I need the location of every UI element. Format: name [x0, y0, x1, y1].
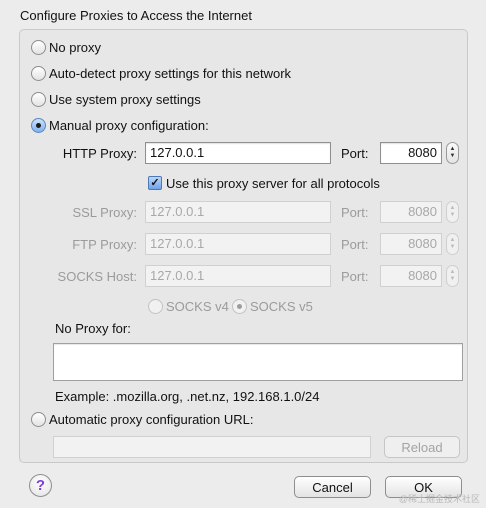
auto-config-url-input[interactable] [53, 436, 371, 458]
radio-button[interactable] [31, 65, 46, 81]
radio-button[interactable] [148, 298, 163, 314]
radio-button[interactable] [31, 39, 46, 55]
chevron-down-icon[interactable]: ▼ [450, 153, 456, 160]
radio-auto-detect[interactable]: Auto-detect proxy settings for this netw… [31, 64, 291, 82]
socks-port-label: Port: [341, 269, 369, 284]
radio-auto-config-url[interactable]: Automatic proxy configuration URL: [31, 410, 253, 428]
radio-label: No proxy [49, 39, 102, 55]
use-for-all-protocols[interactable]: ✓ Use this proxy server for all protocol… [148, 174, 380, 192]
radio-manual-proxy[interactable]: Manual proxy configuration: [31, 116, 209, 134]
no-proxy-for-textarea[interactable] [53, 343, 463, 381]
chevron-up-icon[interactable]: ▲ [450, 237, 456, 244]
ftp-port-stepper[interactable]: ▲ ▼ [446, 233, 459, 255]
radio-button[interactable] [31, 411, 46, 427]
ssl-port-label: Port: [341, 205, 369, 220]
http-port-input[interactable]: 8080 [380, 142, 442, 164]
radio-socks-v4[interactable]: SOCKS v4 [148, 297, 229, 315]
checkmark-icon: ✓ [150, 176, 160, 189]
chevron-up-icon[interactable]: ▲ [450, 269, 456, 276]
radio-label: Use system proxy settings [49, 91, 201, 107]
chevron-down-icon[interactable]: ▼ [450, 276, 456, 283]
radio-no-proxy[interactable]: No proxy [31, 38, 101, 56]
chevron-down-icon[interactable]: ▼ [450, 244, 456, 251]
radio-button[interactable] [232, 298, 247, 314]
ssl-proxy-input[interactable]: 127.0.0.1 [145, 201, 331, 223]
radio-label: SOCKS v5 [250, 298, 313, 314]
ftp-port-input[interactable]: 8080 [380, 233, 442, 255]
http-port-stepper[interactable]: ▲ ▼ [446, 142, 459, 164]
socks-port-stepper[interactable]: ▲ ▼ [446, 265, 459, 287]
use-for-all-checkbox[interactable]: ✓ [148, 176, 162, 190]
chevron-up-icon[interactable]: ▲ [450, 146, 456, 153]
socks-host-input[interactable]: 127.0.0.1 [145, 265, 331, 287]
no-proxy-for-label: No Proxy for: [55, 321, 131, 336]
help-icon: ? [35, 477, 46, 494]
radio-button[interactable] [31, 117, 46, 133]
radio-socks-v5[interactable]: SOCKS v5 [232, 297, 313, 315]
radio-label: Automatic proxy configuration URL: [49, 411, 254, 427]
reload-button[interactable]: Reload [384, 436, 460, 458]
watermark: @稀土掘金技术社区 [398, 494, 480, 504]
http-proxy-label: HTTP Proxy: [62, 146, 137, 161]
help-button[interactable]: ? [29, 474, 52, 497]
radio-label: Manual proxy configuration: [49, 117, 209, 133]
ssl-port-stepper[interactable]: ▲ ▼ [446, 201, 459, 223]
http-proxy-input[interactable]: 127.0.0.1 [145, 142, 331, 164]
radio-label: SOCKS v4 [166, 298, 229, 314]
dialog-title: Configure Proxies to Access the Internet [20, 8, 252, 23]
http-port-label: Port: [341, 146, 369, 161]
radio-system-proxy[interactable]: Use system proxy settings [31, 90, 201, 108]
radio-button[interactable] [31, 91, 46, 107]
cancel-button[interactable]: Cancel [294, 476, 371, 498]
ftp-proxy-label: FTP Proxy: [72, 237, 137, 252]
socks-host-label: SOCKS Host: [57, 269, 137, 284]
socks-port-input[interactable]: 8080 [380, 265, 442, 287]
chevron-down-icon[interactable]: ▼ [450, 212, 456, 219]
radio-label: Auto-detect proxy settings for this netw… [49, 65, 292, 81]
ssl-port-input[interactable]: 8080 [380, 201, 442, 223]
ftp-proxy-input[interactable]: 127.0.0.1 [145, 233, 331, 255]
use-for-all-label: Use this proxy server for all protocols [166, 175, 380, 191]
chevron-up-icon[interactable]: ▲ [450, 205, 456, 212]
ssl-proxy-label: SSL Proxy: [72, 205, 137, 220]
no-proxy-example: Example: .mozilla.org, .net.nz, 192.168.… [55, 389, 320, 404]
ftp-port-label: Port: [341, 237, 369, 252]
